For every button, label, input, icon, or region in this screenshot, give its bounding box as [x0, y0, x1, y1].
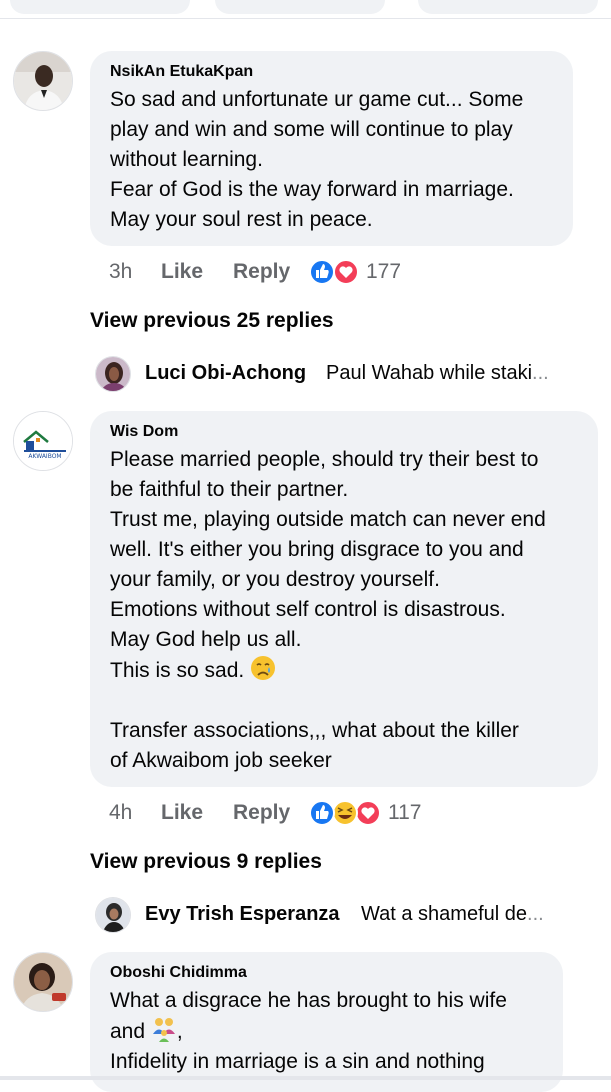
avatar[interactable]	[13, 51, 73, 111]
comment-text-line: Infidelity in marriage is a sin and noth…	[110, 1050, 485, 1073]
haha-icon	[332, 800, 358, 826]
view-previous-replies-link[interactable]: View previous 25 replies	[90, 309, 334, 333]
divider	[0, 18, 611, 19]
previous-bubble-stub	[10, 0, 190, 14]
comment-bubble: Oboshi Chidimma What a disgrace he has b…	[90, 952, 563, 1092]
profile-photo-icon	[14, 52, 72, 110]
reply-snippet: Paul Wahab while staki...	[326, 362, 549, 384]
comment-text-line: May God help us all.	[110, 628, 302, 651]
comment-text-line: well. It's either you bring disgrace to …	[110, 538, 524, 561]
comment-text-line: without learning.	[110, 148, 263, 171]
like-button[interactable]: Like	[161, 801, 203, 825]
comment-text-line: Trust me, playing outside match can neve…	[110, 508, 546, 531]
bottom-divider	[0, 1076, 611, 1080]
profile-photo-icon	[14, 953, 72, 1011]
comment-actions: 3h Like Reply 177	[109, 258, 429, 290]
comment-text-line: This is so sad.	[110, 655, 580, 686]
comment-text-line: What a disgrace he has brought to his wi…	[110, 989, 507, 1012]
comment-bubble: NsikAn EtukaKpan So sad and unfortunate …	[90, 51, 573, 246]
comment-actions: 4h Like Reply 117	[109, 799, 439, 831]
comment-text-line: Please married people, should try their …	[110, 448, 539, 471]
comment-text-line: and ,	[110, 1016, 545, 1047]
reaction-summary[interactable]	[308, 258, 360, 286]
avatar[interactable]	[13, 952, 73, 1012]
reply-snippet: Wat a shameful de...	[361, 903, 544, 925]
family-icon	[152, 1018, 175, 1042]
comment-author[interactable]: Wis Dom	[110, 423, 580, 441]
like-icon	[309, 800, 335, 826]
svg-text:AKWAIBOM: AKWAIBOM	[28, 453, 61, 460]
comment-text-line: So sad and unfortunate ur game cut... So…	[110, 88, 524, 111]
comment-text-line: May your soul rest in peace.	[110, 208, 373, 231]
comment-author[interactable]: NsikAn EtukaKpan	[110, 63, 555, 81]
avatar[interactable]	[95, 356, 131, 392]
avatar[interactable]	[95, 897, 131, 933]
profile-photo-icon	[96, 357, 130, 391]
comment-bubble: Wis Dom Please married people, should tr…	[90, 411, 598, 787]
comment-text-line: be faithful to their partner.	[110, 478, 349, 501]
latest-reply-preview[interactable]: Evy Trish Esperanza Wat a shameful de...	[95, 897, 595, 935]
wisdom-logo-icon: AKWAIBOM	[14, 412, 72, 470]
comment-text-line: Transfer associations,,, what about the …	[110, 719, 519, 742]
comment-text-line: Emotions without self control is disastr…	[110, 598, 506, 621]
love-icon	[355, 800, 381, 826]
reply-author[interactable]: Evy Trish Esperanza	[145, 903, 340, 926]
reply-button[interactable]: Reply	[233, 260, 290, 284]
like-icon	[309, 259, 335, 285]
comment-timestamp[interactable]: 3h	[109, 260, 132, 284]
comment-text-line: your family, or you destroy yourself.	[110, 568, 440, 591]
reaction-summary[interactable]	[308, 799, 382, 827]
reaction-count[interactable]: 177	[366, 260, 401, 284]
love-icon	[333, 259, 359, 285]
previous-bubble-stub	[418, 0, 598, 14]
reply-button[interactable]: Reply	[233, 801, 290, 825]
crying-face-icon	[251, 656, 276, 680]
comment-text-line: play and win and some will continue to p…	[110, 118, 513, 141]
comment-text-line: of Akwaibom job seeker	[110, 749, 332, 772]
comment-text-line: Fear of God is the way forward in marria…	[110, 178, 514, 201]
reaction-count[interactable]: 117	[388, 801, 421, 825]
comment-timestamp[interactable]: 4h	[109, 801, 132, 825]
reply-author[interactable]: Luci Obi-Achong	[145, 362, 306, 385]
like-button[interactable]: Like	[161, 260, 203, 284]
latest-reply-preview[interactable]: Luci Obi-Achong Paul Wahab while staki..…	[95, 356, 595, 394]
previous-bubble-stub	[215, 0, 385, 14]
view-previous-replies-link[interactable]: View previous 9 replies	[90, 850, 322, 874]
profile-photo-icon	[96, 898, 130, 932]
avatar[interactable]: AKWAIBOM	[13, 411, 73, 471]
previous-content-remnants	[0, 0, 611, 18]
comment-author[interactable]: Oboshi Chidimma	[110, 964, 545, 982]
